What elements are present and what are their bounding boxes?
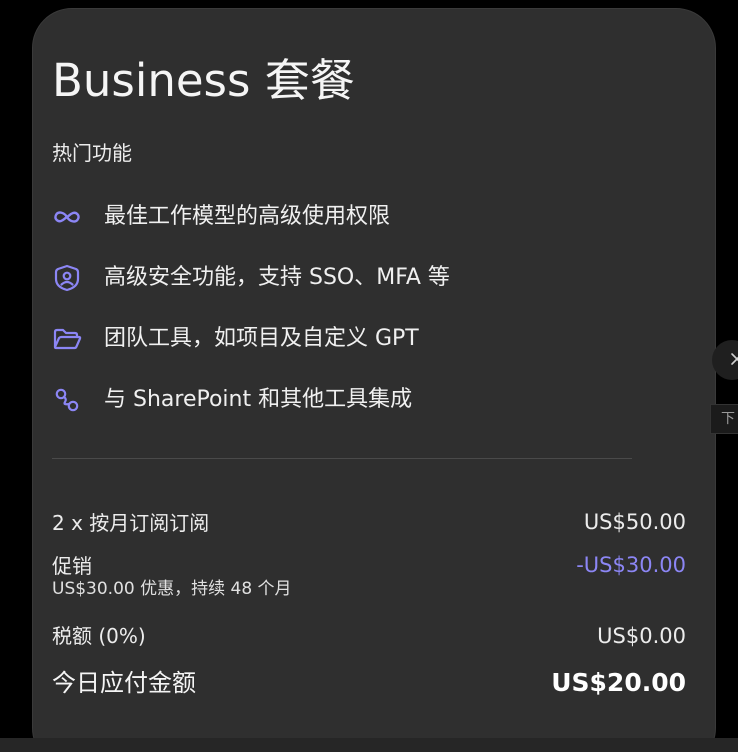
tooltip: 下 xyxy=(710,404,738,434)
feature-label: 高级安全功能，支持 SSO、MFA 等 xyxy=(104,265,450,290)
feature-item: 与 SharePoint 和其他工具集成 xyxy=(52,385,412,415)
bottom-bar xyxy=(0,738,738,752)
feature-label: 最佳工作模型的高级使用权限 xyxy=(104,204,391,229)
close-icon xyxy=(730,351,738,370)
promo-detail: US$30.00 优惠，持续 48 个月 xyxy=(52,579,292,599)
feature-label: 团队工具，如项目及自定义 GPT xyxy=(104,326,419,351)
total-due-amount: US$20.00 xyxy=(551,668,686,697)
feature-item: 高级安全功能，支持 SSO、MFA 等 xyxy=(52,263,450,293)
feature-item: 最佳工作模型的高级使用权限 xyxy=(52,202,390,232)
tax-amount: US$0.00 xyxy=(597,624,686,648)
promo-label: 促销 xyxy=(52,554,92,578)
shield-user-icon xyxy=(52,263,82,293)
promo-amount: -US$30.00 xyxy=(576,553,686,577)
checkout-page: Business 套餐 热门功能 最佳工作模型的高级使用权限 高级安全功能，支持… xyxy=(0,0,738,752)
subscription-label: 2 x 按月订阅订阅 xyxy=(52,511,210,535)
plan-title: Business 套餐 xyxy=(52,54,355,107)
feature-item: 团队工具，如项目及自定义 GPT xyxy=(52,324,419,354)
infinity-icon xyxy=(52,202,82,232)
tax-label: 税额 (0%) xyxy=(52,624,146,648)
divider xyxy=(52,458,632,459)
feature-label: 与 SharePoint 和其他工具集成 xyxy=(104,387,413,412)
subscription-amount: US$50.00 xyxy=(583,510,686,534)
folder-icon xyxy=(52,324,82,354)
total-due-label: 今日应付金额 xyxy=(52,669,196,697)
popular-features-heading: 热门功能 xyxy=(52,141,132,165)
integration-icon xyxy=(52,385,82,415)
